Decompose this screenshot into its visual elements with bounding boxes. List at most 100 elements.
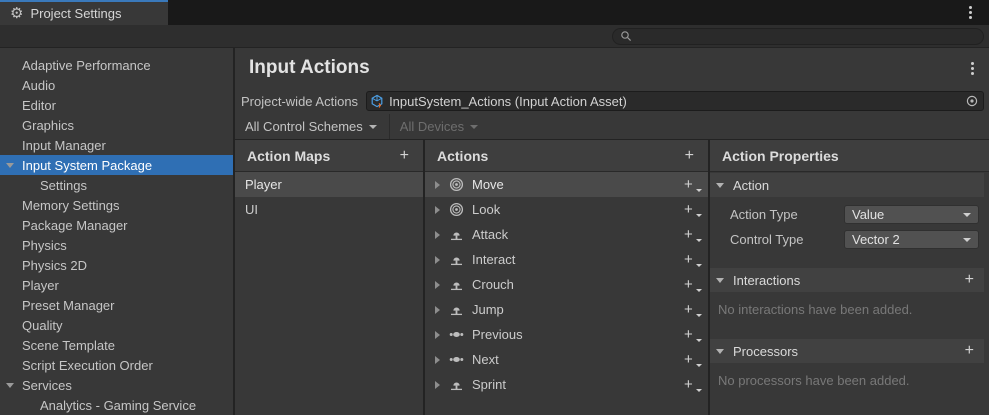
search-input[interactable]	[637, 29, 976, 43]
action-row-move[interactable]: Move +	[425, 172, 708, 197]
action-label: Previous	[472, 327, 523, 342]
action-row-sprint[interactable]: Sprint+	[425, 372, 708, 397]
sidebar-item-preset-manager[interactable]: Preset Manager	[0, 295, 233, 315]
interactions-label: Interactions	[733, 273, 800, 288]
sidebar-item-input-system-package[interactable]: Input System Package	[0, 155, 233, 175]
sidebar-item-audio[interactable]: Audio	[0, 75, 233, 95]
action-section-header[interactable]: Action	[710, 173, 984, 197]
foldout-collapsed-icon[interactable]	[435, 181, 440, 189]
schemes-toolbar: All Control Schemes All Devices	[235, 114, 989, 140]
foldout-expanded-icon[interactable]	[716, 349, 724, 354]
action-row-look[interactable]: Look+	[425, 197, 708, 222]
foldout-collapsed-icon[interactable]	[435, 206, 440, 214]
action-row-previous[interactable]: Previous +	[425, 322, 708, 347]
tab-project-settings[interactable]: ⚙ Project Settings	[0, 0, 168, 25]
button-control-icon	[449, 377, 465, 393]
add-interaction-button[interactable]: +	[965, 272, 974, 288]
input-actions-menu-icon[interactable]	[968, 59, 977, 78]
add-binding-button[interactable]: +	[684, 227, 698, 242]
sidebar-item-package-manager[interactable]: Package Manager	[0, 215, 233, 235]
add-binding-button[interactable]: +	[684, 177, 698, 192]
foldout-collapsed-icon[interactable]	[435, 331, 440, 339]
input-action-asset-field[interactable]: InputSystem_Actions (Input Action Asset)	[366, 91, 984, 111]
devices-label: All Devices	[400, 119, 464, 134]
add-binding-button[interactable]: +	[684, 202, 698, 217]
add-processor-button[interactable]: +	[965, 343, 974, 359]
sidebar-item-memory-settings[interactable]: Memory Settings	[0, 195, 233, 215]
search-field[interactable]	[612, 28, 984, 45]
add-binding-button[interactable]: +	[684, 252, 698, 267]
action-properties-header: Action Properties	[710, 140, 989, 172]
actions-column: Actions + Move+Look+Attack+Interact+Crou…	[425, 140, 708, 415]
action-map-player[interactable]: Player	[235, 172, 423, 197]
sidebar-item-label: Input Manager	[22, 138, 106, 153]
sidebar-item-label: Graphics	[22, 118, 74, 133]
action-label: Crouch	[472, 277, 514, 292]
sidebar-item-label: Input System Package	[22, 158, 152, 173]
columns: Action Maps + PlayerUI Actions + Move+Lo…	[235, 140, 989, 415]
control-schemes-dropdown[interactable]: All Control Schemes	[241, 114, 389, 139]
sidebar-item-input-manager[interactable]: Input Manager	[0, 135, 233, 155]
add-binding-button[interactable]: +	[684, 352, 698, 367]
sidebar-item-label: Analytics - Gaming Service	[40, 398, 196, 413]
window-menu-icon[interactable]	[966, 3, 975, 22]
sidebar-item-scene-template[interactable]: Scene Template	[0, 335, 233, 355]
sidebar-item-label: Physics	[22, 238, 67, 253]
object-picker-icon[interactable]	[961, 94, 983, 108]
action-row-jump[interactable]: Jump+	[425, 297, 708, 322]
sidebar-item-services[interactable]: Services	[0, 375, 233, 395]
action-row-attack[interactable]: Attack+	[425, 222, 708, 247]
action-label: Move	[472, 177, 504, 192]
add-binding-button[interactable]: +	[684, 302, 698, 317]
control-type-dropdown[interactable]: Vector 2	[844, 230, 979, 249]
sidebar-item-adaptive-performance[interactable]: Adaptive Performance	[0, 55, 233, 75]
sidebar-item-label: Script Execution Order	[22, 358, 153, 373]
foldout-expanded-icon[interactable]	[716, 183, 724, 188]
add-binding-button[interactable]: +	[684, 377, 698, 392]
add-binding-button[interactable]: +	[684, 277, 698, 292]
toolbar	[0, 25, 989, 48]
sidebar-item-quality[interactable]: Quality	[0, 315, 233, 335]
add-binding-button[interactable]: +	[684, 327, 698, 342]
action-row-next[interactable]: Next+	[425, 347, 708, 372]
foldout-collapsed-icon[interactable]	[435, 231, 440, 239]
foldout-collapsed-icon[interactable]	[435, 356, 440, 364]
main-area: Adaptive PerformanceAudioEditor Graphics I…	[0, 48, 989, 415]
processors-section-header[interactable]: Processors +	[710, 339, 984, 363]
foldout-expanded-icon[interactable]	[716, 278, 724, 283]
action-map-ui[interactable]: UI	[235, 197, 423, 222]
sidebar-item-player[interactable]: Player	[0, 275, 233, 295]
interactions-section-header[interactable]: Interactions +	[710, 268, 984, 292]
action-row-interact[interactable]: Interact+	[425, 247, 708, 272]
sidebar-item-physics-2d[interactable]: Physics 2D	[0, 255, 233, 275]
foldout-collapsed-icon[interactable]	[435, 256, 440, 264]
sidebar-item-physics[interactable]: Physics	[0, 235, 233, 255]
action-type-dropdown[interactable]: Value	[844, 205, 979, 224]
control-type-label: Control Type	[730, 232, 844, 247]
add-action-map-button[interactable]: +	[400, 148, 409, 164]
sidebar-item-editor[interactable]: Editor	[0, 95, 233, 115]
sidebar-item-label: Package Manager	[22, 218, 128, 233]
action-type-label: Action Type	[730, 207, 844, 222]
sidebar-item-graphics[interactable]: Graphics	[0, 115, 233, 135]
stick-control-icon	[449, 202, 465, 218]
sidebar-item-script-execution-order[interactable]: Script Execution Order	[0, 355, 233, 375]
foldout-collapsed-icon[interactable]	[435, 306, 440, 314]
action-row-crouch[interactable]: Crouch +	[425, 272, 708, 297]
search-icon	[620, 30, 632, 42]
add-action-button[interactable]: +	[685, 148, 694, 164]
chevron-down-icon	[963, 238, 971, 242]
project-wide-actions-row: Project-wide Actions InputSystem_Actions…	[235, 88, 989, 114]
foldout-expanded-icon[interactable]	[6, 163, 14, 168]
action-maps-header: Action Maps +	[235, 140, 423, 172]
sidebar-item-settings[interactable]: Settings	[0, 175, 233, 195]
axis-control-icon	[449, 327, 465, 343]
foldout-collapsed-icon[interactable]	[435, 281, 440, 289]
processors-empty-message: No processors have been added.	[710, 363, 984, 410]
control-schemes-label: All Control Schemes	[245, 119, 363, 134]
sidebar-item-label: Player	[22, 278, 59, 293]
foldout-collapsed-icon[interactable]	[435, 381, 440, 389]
foldout-expanded-icon[interactable]	[6, 383, 14, 388]
actions-list: Move+Look+Attack+Interact+Crouch+Jump+Pr…	[425, 172, 708, 415]
sidebar-item-analytics-gaming-service[interactable]: Analytics - Gaming Service	[0, 395, 233, 415]
